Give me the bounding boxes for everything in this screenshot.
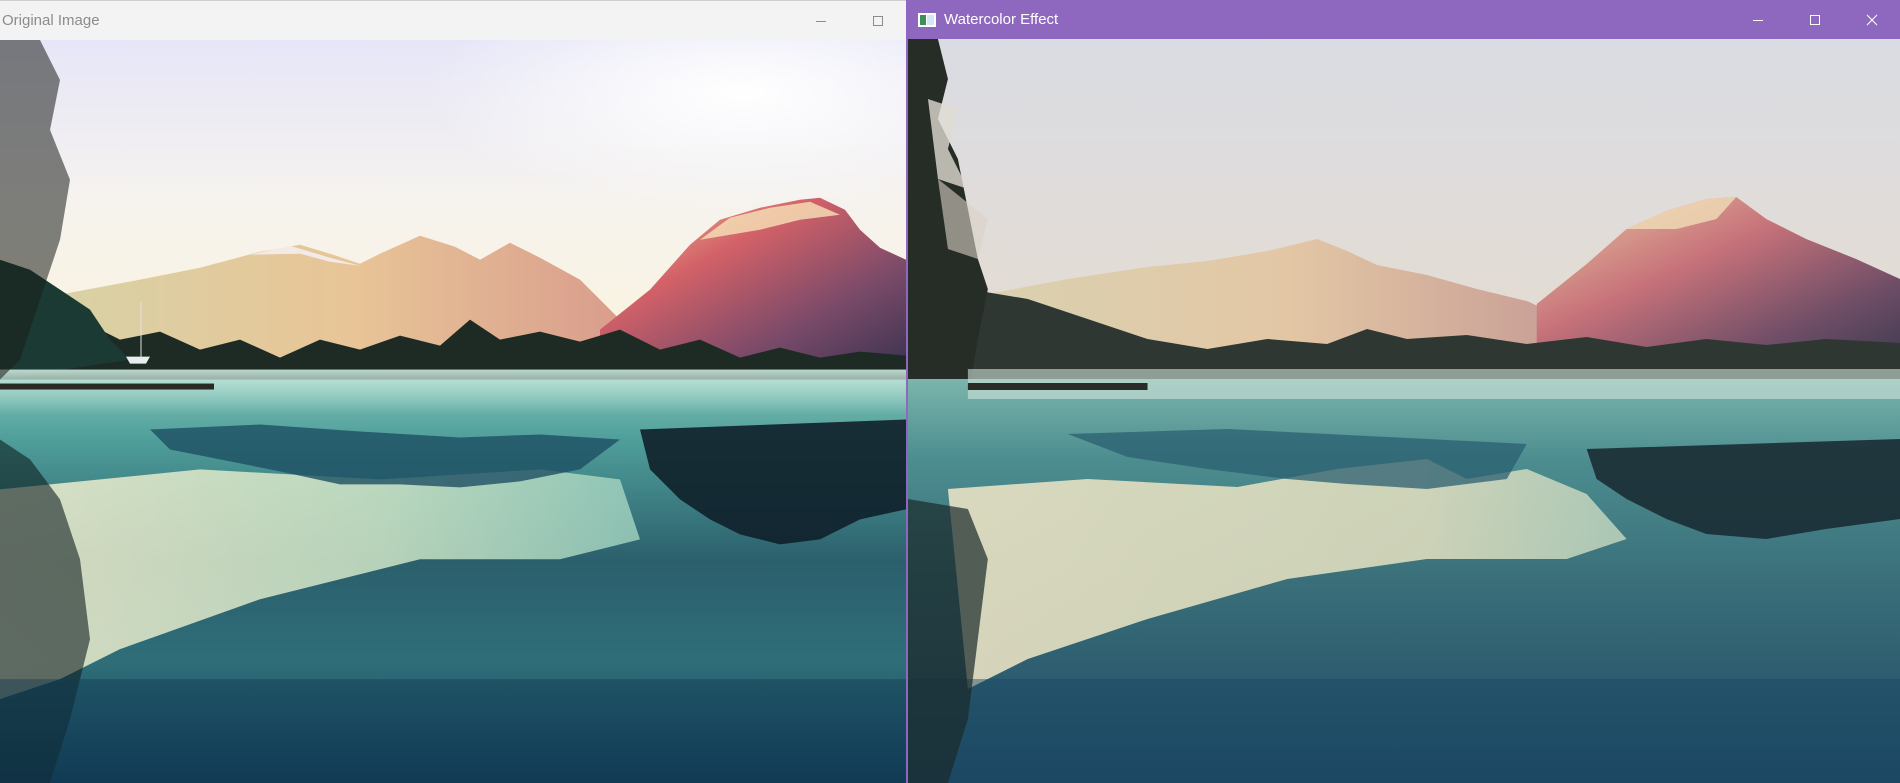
window-title: Original Image	[2, 12, 100, 29]
watercolor-image	[908, 39, 1900, 783]
original-image	[0, 40, 906, 783]
original-image-window[interactable]: Original Image	[0, 0, 906, 783]
opencv-window-icon	[918, 12, 936, 27]
maximize-button[interactable]	[849, 1, 906, 40]
minimize-icon	[1752, 19, 1763, 21]
window-title: Watercolor Effect	[944, 11, 1059, 28]
minimize-button[interactable]	[792, 1, 849, 40]
maximize-button[interactable]	[1786, 0, 1843, 39]
landscape-photo	[0, 40, 906, 783]
window-controls	[1729, 0, 1900, 39]
original-image-titlebar[interactable]: Original Image	[0, 1, 906, 40]
minimize-icon	[815, 20, 826, 22]
close-icon	[1866, 14, 1877, 25]
close-button[interactable]	[1843, 0, 1900, 39]
minimize-button[interactable]	[1729, 0, 1786, 39]
watercolor-effect-window[interactable]: Watercolor Effect	[906, 0, 1900, 783]
watercolor-landscape	[908, 39, 1900, 783]
desktop: Original Image Watercolor Effect	[0, 0, 1900, 783]
maximize-icon	[872, 15, 883, 26]
window-controls	[792, 1, 906, 40]
maximize-icon	[1809, 14, 1820, 25]
